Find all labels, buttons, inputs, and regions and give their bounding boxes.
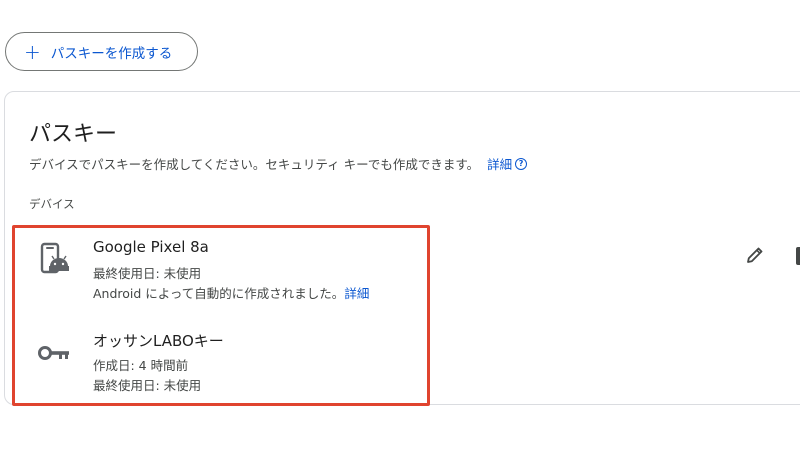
android-phone-icon <box>37 242 69 278</box>
learn-more-link[interactable]: 詳細 <box>487 154 512 173</box>
description-text: デバイスでパスキーを作成してください。セキュリティ キーでも作成できます。 <box>29 157 480 172</box>
passkey-last-used: 最終使用日: 未使用 <box>93 266 202 281</box>
passkey-created-by: Android によって自動的に作成されました。詳細 <box>93 283 369 302</box>
passkeys-card: パスキー デバイスでパスキーを作成してください。セキュリティ キーでも作成できま… <box>4 91 800 405</box>
pencil-icon <box>745 245 765 269</box>
details-link[interactable]: 詳細 <box>344 286 369 301</box>
section-label-devices: デバイス <box>29 197 75 211</box>
passkey-last-used: 最終使用日: 未使用 <box>93 378 202 393</box>
plus-icon: + <box>24 39 41 64</box>
created-by-text: Android によって自動的に作成されました。 <box>93 286 345 301</box>
key-icon <box>37 335 69 371</box>
create-passkey-label: パスキーを作成する <box>50 45 173 62</box>
create-passkey-button[interactable]: + パスキーを作成する <box>5 32 198 71</box>
edit-passkey-button[interactable] <box>742 244 768 270</box>
passkey-name: Google Pixel 8a <box>93 238 209 256</box>
help-icon[interactable]: ? <box>515 157 528 170</box>
passkey-created: 作成日: 4 時間前 <box>93 358 189 373</box>
more-options-edge-icon[interactable] <box>796 247 800 265</box>
card-description: デバイスでパスキーを作成してください。セキュリティ キーでも作成できます。 詳細… <box>29 154 528 173</box>
passkey-name: オッサンLABOキー <box>93 332 224 350</box>
card-title: パスキー <box>29 122 118 147</box>
